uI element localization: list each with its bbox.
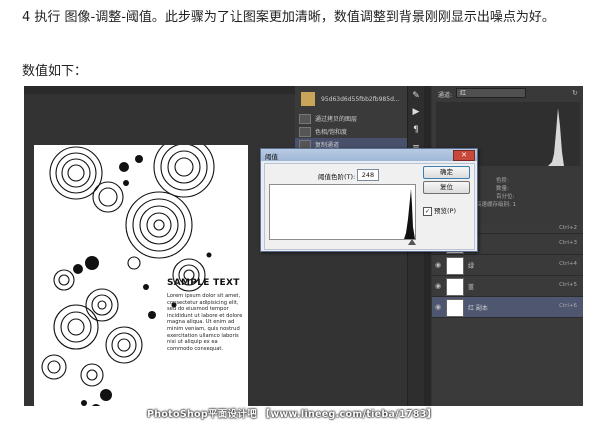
channel-thumbnail	[446, 278, 464, 296]
history-item-label: 色相/饱和度	[315, 129, 348, 136]
play-icon[interactable]: ▶	[410, 106, 422, 118]
threshold-level-input[interactable]: 248	[357, 169, 379, 181]
channel-thumbnail	[446, 257, 464, 275]
ok-button[interactable]: 确定	[423, 166, 470, 179]
threshold-dialog: 阈值 ✕ 阈值色阶(T): 248 确定 复位 ✓ 预览(P)	[260, 148, 478, 252]
channel-select[interactable]: 红	[456, 88, 526, 98]
scribble-circles-artwork	[41, 145, 215, 406]
channel-shortcut: Ctrl+2	[559, 225, 577, 231]
close-icon[interactable]: ✕	[453, 150, 475, 161]
snapshot-thumbnail	[301, 92, 315, 106]
history-item-label: 通过拷贝的图层	[315, 116, 358, 123]
history-item[interactable]: 通过拷贝的图层	[295, 112, 425, 124]
channel-label: 通道:	[438, 92, 453, 99]
stat-cache-level: 高速缓存级别: 1	[476, 202, 517, 208]
channel-name: 红 副本	[468, 305, 488, 312]
stat-levels: 色阶:	[496, 178, 509, 184]
history-state-icon	[299, 127, 311, 137]
channel-row[interactable]: ◉ 蓝 Ctrl+5	[432, 276, 583, 297]
channel-name: 绿	[468, 263, 475, 270]
threshold-slider-handle[interactable]	[408, 239, 416, 245]
channel-shortcut: Ctrl+6	[559, 303, 577, 309]
checkbox-check-icon[interactable]: ✓	[423, 206, 432, 216]
intro-values-label: 数值如下：	[22, 64, 88, 79]
dialog-title-bar[interactable]: 阈值 ✕	[261, 149, 477, 161]
channel-name: 蓝	[468, 284, 475, 291]
channel-row-selected[interactable]: ◉ 红 副本 Ctrl+6	[432, 297, 583, 318]
history-item[interactable]: 色相/饱和度	[295, 125, 425, 137]
reset-button[interactable]: 复位	[423, 181, 470, 194]
channel-thumbnail	[446, 299, 464, 317]
snapshot-name: 95d63d6d55fbb2fb985d...	[321, 96, 400, 103]
history-state-icon	[299, 114, 311, 124]
sample-text-body: Lorem ipsum dolor sit amet, consectetur …	[167, 293, 243, 352]
eye-icon[interactable]: ◉	[435, 261, 441, 269]
eye-icon[interactable]: ◉	[435, 282, 441, 290]
threshold-histogram	[269, 184, 416, 240]
document-canvas[interactable]: SAMPLE TEXT Lorem ipsum dolor sit amet, …	[34, 145, 248, 406]
channel-shortcut: Ctrl+4	[559, 261, 577, 267]
dialog-title: 阈值	[265, 153, 278, 161]
refresh-icon[interactable]: ↻	[572, 89, 578, 97]
stat-percentile: 百分位:	[496, 194, 515, 200]
type-icon[interactable]: ¶	[410, 124, 422, 136]
channel-shortcut: Ctrl+5	[559, 282, 577, 288]
eye-icon[interactable]: ◉	[435, 303, 441, 311]
brush-icon[interactable]: ✎	[410, 90, 422, 102]
photoshop-screenshot: SAMPLE TEXT Lorem ipsum dolor sit amet, …	[24, 86, 583, 406]
channel-shortcut: Ctrl+3	[559, 240, 577, 246]
watermark-text: PhotoShop平面设计吧 【www.lineeg.com/tieba/178…	[147, 409, 437, 420]
channels-panel: Ctrl+2 ◉ 红 Ctrl+3 ◉ 绿 Ctrl+4 ◉ 蓝 Ctrl+5 …	[432, 225, 583, 406]
preview-checkbox[interactable]: ✓ 预览(P)	[423, 205, 456, 216]
dialog-body: 阈值色阶(T): 248 确定 复位 ✓ 预览(P)	[264, 163, 475, 250]
stat-count: 数量:	[496, 186, 509, 192]
history-snapshot[interactable]: 95d63d6d55fbb2fb985d...	[295, 88, 425, 110]
sample-text-heading: SAMPLE TEXT	[167, 278, 240, 288]
intro-text: 4 执行 图像-调整-阈值。此步骤为了让图案更加清晰，数值调整到背景刚刚显示出噪…	[22, 10, 555, 25]
threshold-level-label: 阈值色阶(T):	[318, 173, 356, 181]
preview-label: 预览(P)	[434, 207, 456, 215]
channel-row[interactable]: ◉ 绿 Ctrl+4	[432, 255, 583, 276]
